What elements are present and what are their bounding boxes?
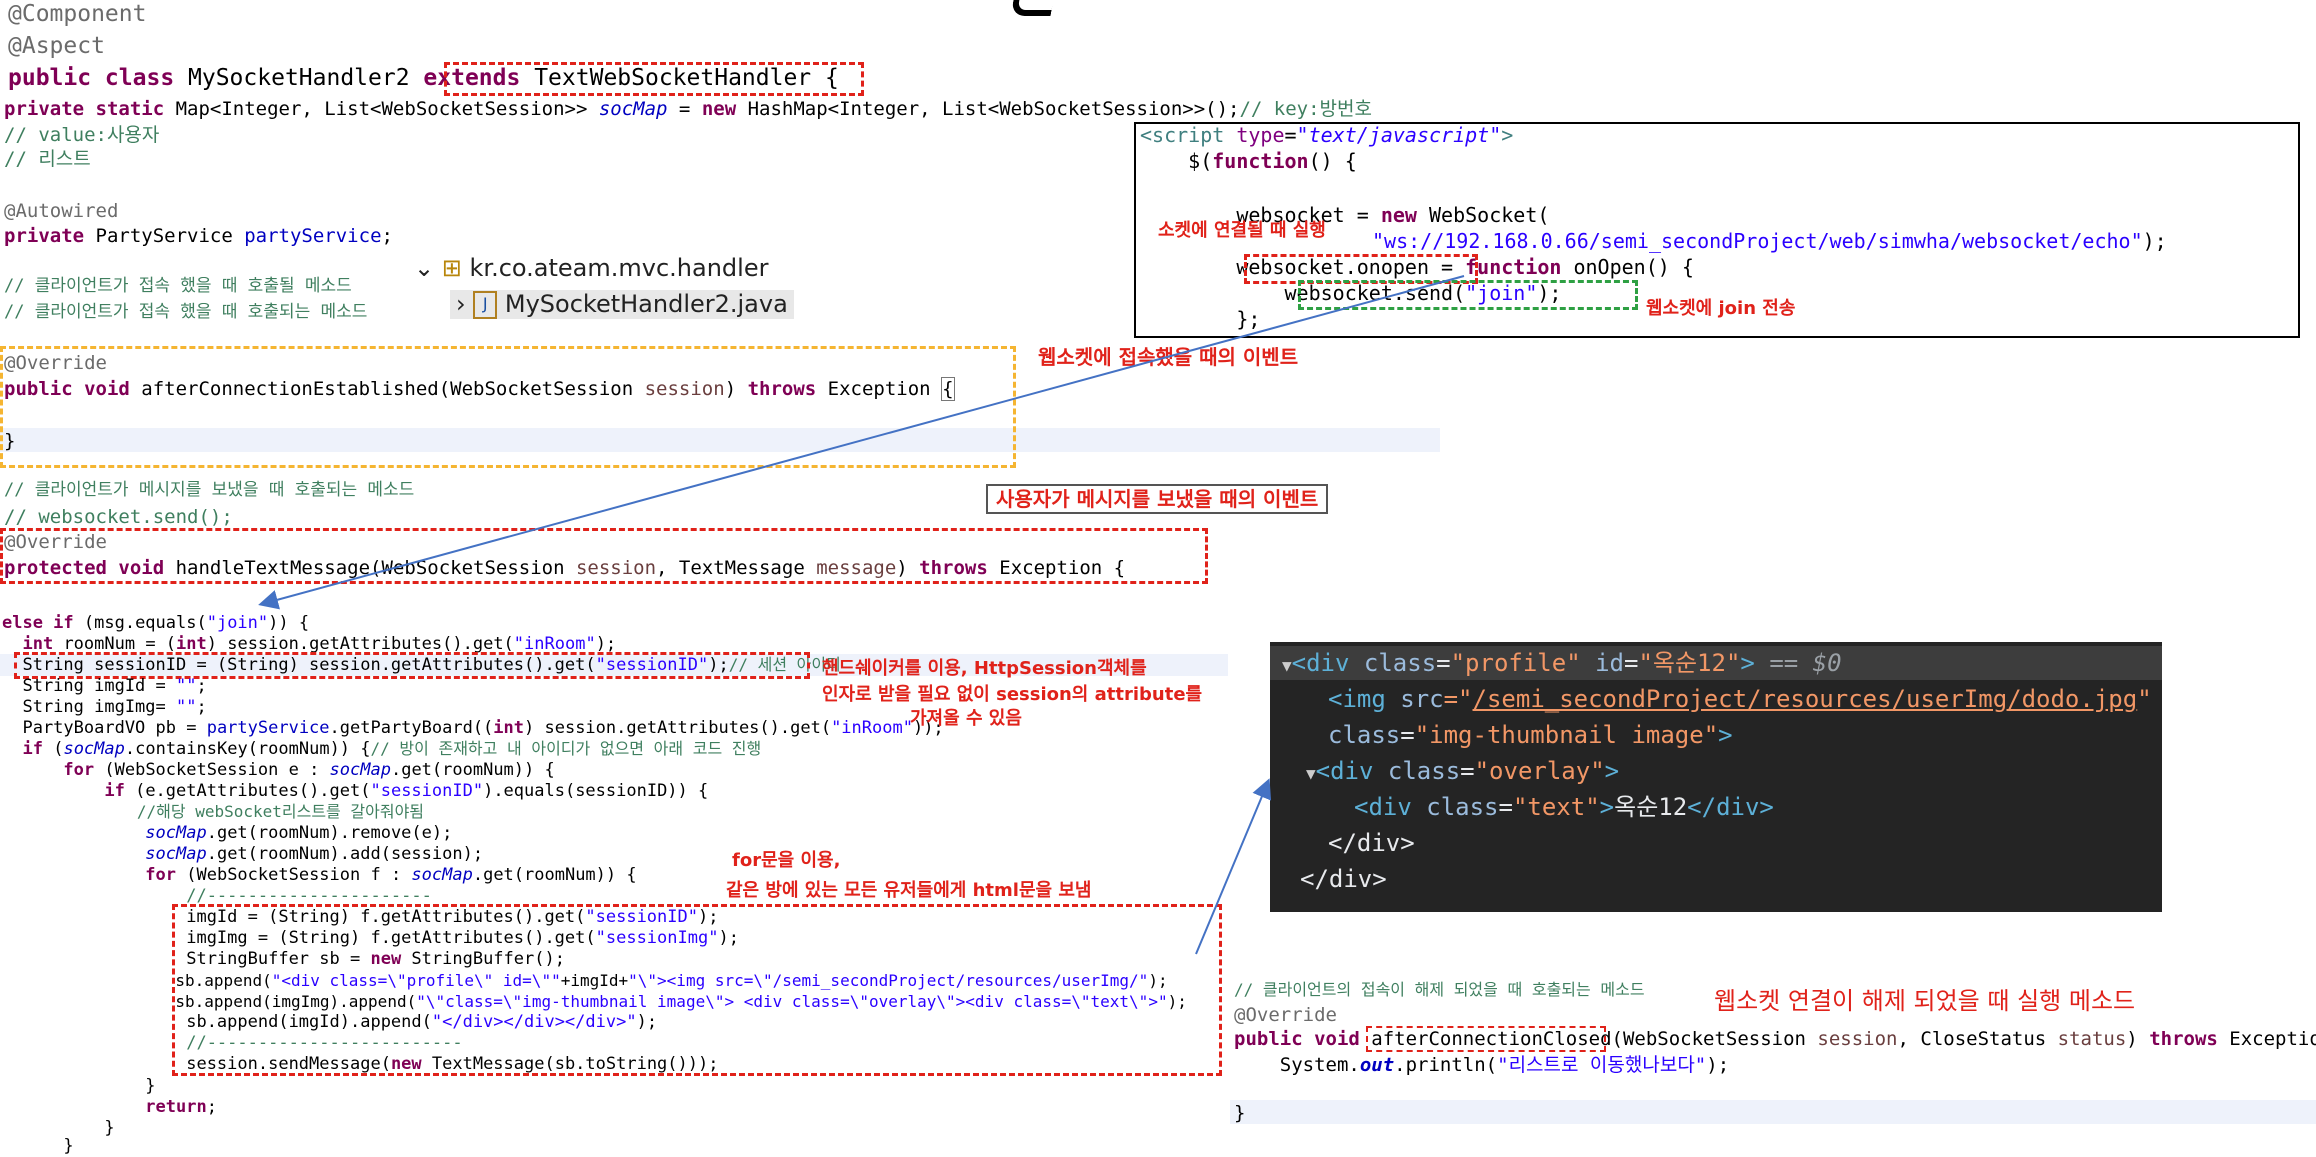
note-join-send: 웹소켓에 join 전송	[1646, 298, 1796, 319]
code-line: else if (msg.equals("join")) {	[2, 613, 310, 633]
collapse-chevron-icon: ›	[456, 290, 474, 318]
comment-value: // value:사용자	[4, 124, 160, 146]
html-build-box	[172, 904, 1222, 1076]
socmap-field: private static Map<Integer, List<WebSock…	[4, 98, 1372, 120]
send-join-highlight-box	[1298, 280, 1638, 310]
code-line: if (socMap.containsKey(roomNum)) {// 방이 …	[22, 739, 762, 759]
code-line: socMap.get(roomNum).add(session);	[145, 844, 484, 864]
code-line: PartyBoardVO pb = partyService.getPartyB…	[2, 718, 944, 738]
note-for-2: 같은 방에 있는 모든 유저들에게 html문을 보냄	[726, 880, 1092, 901]
note-connected-event: 웹소켓에 접속했을 때의 이벤트	[1038, 345, 1299, 369]
script-line: };	[1140, 307, 1261, 331]
handle-text-message-box	[0, 528, 1208, 584]
note-handshake-3: 가져올 수 있음	[910, 708, 1022, 729]
closed-close-brace: }	[1234, 1102, 1246, 1124]
override-closed: @Override	[1234, 1004, 1337, 1026]
current-line-highlight-3	[1230, 1100, 2316, 1124]
note-closed-method: 웹소켓 연결이 해제 되었을 때 실행 메소드	[1714, 987, 2136, 1015]
comment-list: // 리스트	[4, 148, 91, 170]
java-file-icon: J	[473, 291, 498, 319]
established-method-box	[0, 346, 1016, 468]
note-connect-fire: 소켓에 연결될 때 실행	[1158, 220, 1326, 241]
comment-connect-2: // 클라이언트가 접속 했을 때 호출되는 메소드	[4, 302, 368, 322]
println-line: System.out.println("리스트로 이동했나보다");	[1234, 1054, 1730, 1076]
code-line: socMap.get(roomNum).remove(e);	[145, 823, 453, 843]
devtools-elements-panel: ▼<div class="profile" id="옥순12"> == $0 <…	[1270, 642, 2162, 912]
script-open-tag: <script type="text/javascript">	[1140, 123, 1514, 147]
note-handshake-1: 핸드쉐이커를 이용, HttpSession객체를	[822, 658, 1147, 679]
package-icon: ⊞	[441, 254, 470, 282]
extends-highlight-box	[444, 62, 864, 96]
note-message-event: 사용자가 메시지를 보냈을 때의 이벤트	[986, 484, 1329, 514]
session-id-box	[14, 652, 810, 679]
note-for-1: for문을 이용,	[732, 850, 841, 871]
annotation-autowired: @Autowired	[4, 200, 119, 222]
code-line: String imgId = "";	[2, 676, 207, 696]
annotation-component: @Component	[8, 1, 147, 27]
annotation-aspect: @Aspect	[8, 33, 105, 59]
devtools-close-profile: </div>	[1300, 865, 1387, 893]
comment-message-1: // 클라이언트가 메시지를 보냈을 때 호출되는 메소드	[4, 480, 415, 500]
devtools-node-img[interactable]: <img src="/semi_secondProject/resources/…	[1328, 684, 2152, 714]
comment-connect-1: // 클라이언트가 접속 했을 때 호출될 메소드	[4, 276, 352, 296]
devtools-node-profile[interactable]: ▼<div class="profile" id="옥순12"> == $0	[1282, 648, 1842, 681]
code-line: for (WebSocketSession e : socMap.get(roo…	[63, 760, 555, 780]
comment-closed: // 클라이언트의 접속이 해제 되었을 때 호출되는 메소드	[1234, 980, 1645, 999]
script-line: "ws://192.168.0.66/semi_secondProject/we…	[1372, 229, 2167, 253]
code-line: for (WebSocketSession f : socMap.get(roo…	[145, 865, 637, 885]
devtools-node-img-class: class="img-thumbnail image">	[1328, 721, 1733, 749]
code-comment: //해당 webSocket리스트를 갈아줘야됨	[2, 802, 425, 821]
devtools-close-overlay: </div>	[1328, 829, 1415, 857]
devtools-node-text[interactable]: <div class="text">옥순12</div>	[1354, 792, 1774, 822]
comment-message-2: // websocket.send();	[4, 506, 233, 528]
code-line: String imgImg= "";	[2, 697, 207, 717]
java-file-tree-row[interactable]: › J MySocketHandler2.java	[450, 290, 794, 319]
code-line: }	[2, 1136, 74, 1156]
devtools-node-overlay[interactable]: ▼<div class="overlay">	[1306, 756, 1619, 789]
partyservice-field: private PartyService partyService;	[4, 225, 393, 247]
note-handshake-2: 인자로 받을 필요 없이 session의 attribute를	[822, 684, 1203, 705]
cropped-title-fragment	[1010, 0, 1054, 16]
script-line: $(function() {	[1140, 149, 1357, 173]
closed-method-name-box	[1366, 1026, 1606, 1052]
code-line: }	[2, 1076, 156, 1096]
expand-chevron-icon: ⌄	[414, 254, 442, 282]
code-line: return;	[145, 1097, 217, 1117]
package-tree-row[interactable]: ⌄ ⊞ kr.co.ateam.mvc.handler	[414, 254, 768, 282]
code-line: if (e.getAttributes().get("sessionID").e…	[104, 781, 709, 801]
